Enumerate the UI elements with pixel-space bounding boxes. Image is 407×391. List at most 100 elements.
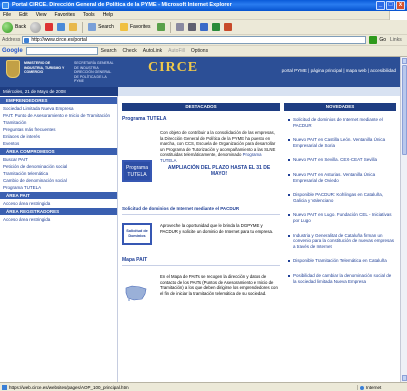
- tutela-highlight[interactable]: AMPLIACIÓN DEL PLAZO HASTA EL 31 DE MAYO…: [160, 165, 278, 177]
- spain-map-icon[interactable]: [124, 284, 148, 302]
- sidebar-item-buscar-pait[interactable]: Buscar PAIT: [0, 156, 117, 163]
- menu-bar: File Edit View Favorites Tools Help: [0, 11, 407, 20]
- back-label[interactable]: Back: [15, 24, 26, 30]
- sidebar-item-cambio[interactable]: Cambio de denominación social: [0, 177, 117, 184]
- sidebar-head-compromisos: ÁREA COMPROMISOS: [0, 148, 117, 155]
- novedades-column: NOVEDADES Solicitud de dominios de Inter…: [284, 103, 396, 293]
- news-item[interactable]: Industria y Generalitat de Cataluña firm…: [288, 233, 396, 250]
- sidebar-item-peticion[interactable]: Petición de denominación social: [0, 163, 117, 170]
- google-options-button[interactable]: Options: [191, 48, 208, 54]
- destacados-column: DESTACADOS Programa TUTELA Programa TUTE…: [122, 103, 280, 329]
- security-zone: Internet: [357, 384, 407, 390]
- tutela-block: Programa TUTELA Con objeto de contribuir…: [122, 130, 280, 200]
- sidebar-item-tramitacion-telematica[interactable]: Tramitación telemática: [0, 170, 117, 177]
- status-bar: https://web.circe.es/websites/pages/AOP_…: [0, 382, 407, 391]
- date-bar: Miércoles, 21 de Mayo de 2008: [0, 87, 118, 96]
- search-label[interactable]: Search: [98, 24, 114, 30]
- menu-edit[interactable]: Edit: [19, 12, 28, 18]
- sidebar-item-acceso-pait[interactable]: Acceso área restringida: [0, 200, 117, 207]
- news-list: Solicitud de dominios de Internet median…: [284, 117, 396, 284]
- circe-logo[interactable]: CIRCE: [148, 60, 198, 76]
- mapa-title[interactable]: Mapa PAIT: [122, 257, 280, 266]
- links-button[interactable]: Links: [390, 37, 402, 43]
- sidebar-item-enlaces[interactable]: Enlaces de interés: [0, 133, 117, 140]
- site-banner: MINISTERIO DE INDUSTRIA, TURISMO Y COMER…: [0, 57, 400, 87]
- menu-view[interactable]: View: [36, 12, 47, 18]
- news-item[interactable]: Nuevo PAIT en Asturias. Ventanilla Única…: [288, 172, 396, 183]
- back-icon[interactable]: [2, 21, 13, 33]
- vertical-scrollbar[interactable]: [400, 57, 407, 382]
- top-links[interactable]: portal PYME | página principal | mapa we…: [282, 68, 396, 73]
- window-title: Portal CIRCE. Dirección General de Polít…: [12, 2, 232, 8]
- sidebar-item-acceso-registradores[interactable]: Acceso área restringida: [0, 216, 117, 223]
- google-autofill-button[interactable]: AutoFill: [168, 48, 185, 54]
- favorites-label[interactable]: Favorites: [130, 24, 151, 30]
- menu-file[interactable]: File: [3, 12, 11, 18]
- scroll-up-icon[interactable]: [402, 58, 407, 64]
- menu-tools[interactable]: Tools: [83, 12, 95, 18]
- tutela-title[interactable]: Programa TUTELA: [122, 116, 280, 122]
- stop-icon[interactable]: [45, 23, 54, 31]
- news-item[interactable]: Nuevo PAIT en Lugo. Fundación CEL - Inic…: [288, 212, 396, 223]
- google-search-input[interactable]: [25, 47, 98, 55]
- sidebar-item-eventos[interactable]: Eventos: [0, 140, 117, 147]
- sidebar-item-pait[interactable]: PAIT: Punto de Asesoramiento e Inicio de…: [0, 112, 117, 119]
- go-button[interactable]: Go: [379, 37, 386, 43]
- news-item[interactable]: Disponible PACDUR: Kohlingas en Cataluña…: [288, 192, 396, 203]
- sidebar-head-emprendedores: EMPRENDEDORES: [0, 97, 117, 104]
- sidebar-item-tutela[interactable]: Programa TUTELA: [0, 184, 117, 191]
- address-label: Address: [2, 37, 21, 43]
- google-logo: Google: [2, 48, 23, 54]
- sidebar-item-faq[interactable]: Preguntas más frecuentes: [0, 126, 117, 133]
- dominios-thumbnail[interactable]: Solicitud de Dominios: [122, 223, 152, 245]
- scroll-thumb[interactable]: [402, 65, 407, 155]
- page-content: MINISTERIO DE INDUSTRIA, TURISMO Y COMER…: [0, 57, 407, 382]
- google-check-button[interactable]: Check: [123, 48, 137, 54]
- history-icon[interactable]: [156, 23, 165, 31]
- search-icon[interactable]: [88, 23, 97, 31]
- maximize-button[interactable]: □: [386, 1, 395, 10]
- tutela-thumbnail[interactable]: Programa TUTELA: [122, 160, 152, 182]
- dominios-title[interactable]: Solicitud de dominios de Internet median…: [122, 206, 280, 215]
- sidebar-item-tramitacion[interactable]: Tramitación: [0, 119, 117, 126]
- print-icon[interactable]: [187, 23, 196, 31]
- address-bar: Address http://www.circe.es/portal Go Li…: [0, 35, 407, 46]
- news-item[interactable]: Solicitud de dominios de Internet median…: [288, 117, 396, 128]
- sidebar-item-slne[interactable]: Sociedad Limitada Nueva Empresa: [0, 105, 117, 112]
- messenger-icon[interactable]: [211, 23, 220, 31]
- news-item[interactable]: Posibilidad de cambiar la denominación s…: [288, 273, 396, 284]
- home-icon[interactable]: [69, 23, 78, 31]
- mapa-text: En el Mapa de PAITs se recogen la direcc…: [160, 274, 278, 296]
- ie-icon: [2, 2, 9, 9]
- menu-help[interactable]: Help: [103, 12, 113, 18]
- news-item[interactable]: Nuevo PAIT en Sevilla. CEX-CEAT Sevilla: [288, 157, 396, 163]
- close-button[interactable]: x: [396, 1, 405, 10]
- direccion-name: DIRECCIÓN GENERAL DE POLÍTICA DE LA PYME: [74, 70, 112, 83]
- forward-icon[interactable]: [30, 21, 42, 33]
- dominios-text: Aproveche la oportunidad que le brinda l…: [160, 223, 274, 234]
- windows-logo-icon: [389, 11, 407, 20]
- address-input[interactable]: http://www.circe.es/portal: [22, 36, 367, 44]
- window-titlebar: Portal CIRCE. Dirección General de Polít…: [0, 0, 407, 11]
- novedades-header: NOVEDADES: [284, 103, 396, 111]
- google-search-button[interactable]: Search: [101, 48, 117, 54]
- favorites-icon[interactable]: [119, 23, 128, 31]
- mail-icon[interactable]: [175, 23, 184, 31]
- menu-favorites[interactable]: Favorites: [54, 12, 75, 18]
- secretaria-name: SECRETARÍA GENERAL DE INDUSTRIA: [74, 61, 114, 70]
- breadcrumb: [118, 87, 400, 96]
- edit-icon[interactable]: [199, 23, 208, 31]
- go-icon[interactable]: [369, 36, 378, 44]
- news-item[interactable]: Disponible Tramitación Telemática en Cat…: [288, 258, 396, 264]
- news-item[interactable]: Nuevo PAIT en Castilla León. Ventanilla …: [288, 137, 396, 148]
- sidebar: EMPRENDEDORES Sociedad Limitada Nueva Em…: [0, 96, 118, 382]
- google-autolink-button[interactable]: AutoLink: [143, 48, 162, 54]
- refresh-icon[interactable]: [57, 23, 66, 31]
- destacados-header: DESTACADOS: [122, 103, 280, 111]
- sidebar-head-area-pait: ÁREA PAIT: [0, 192, 117, 199]
- page-icon: [2, 384, 7, 390]
- research-icon[interactable]: [223, 23, 232, 31]
- scroll-down-icon[interactable]: [402, 375, 407, 381]
- minimize-button[interactable]: _: [376, 1, 385, 10]
- mapa-block: En el Mapa de PAITs se recogen la direcc…: [122, 274, 280, 329]
